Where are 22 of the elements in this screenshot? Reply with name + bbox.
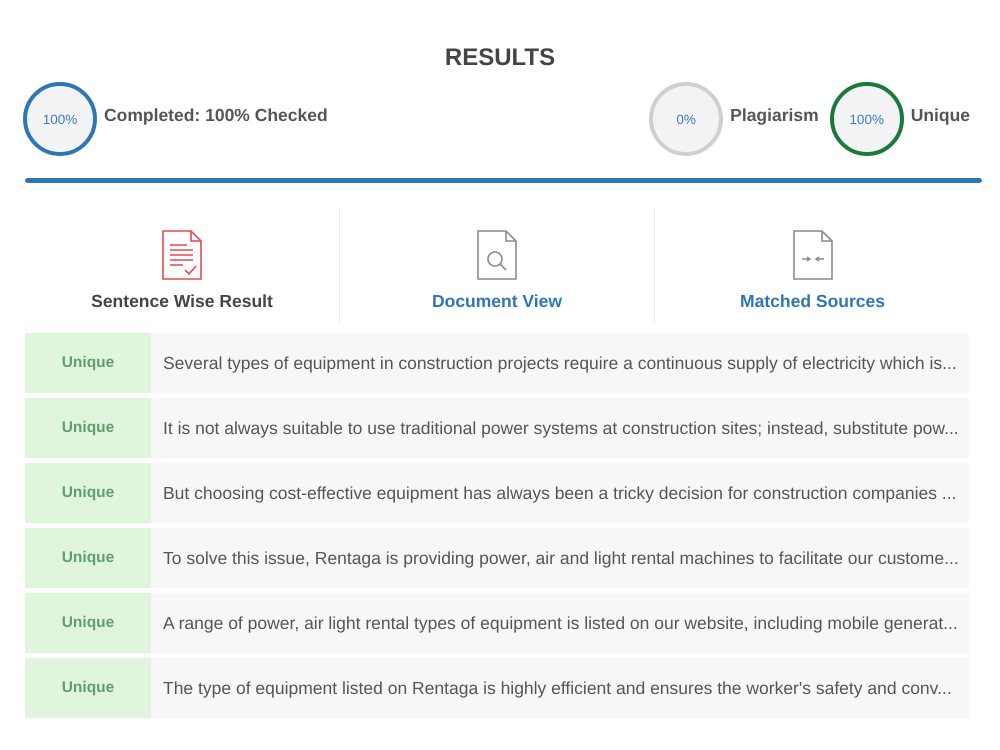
status-cell: Unique xyxy=(25,398,151,458)
stat-label: Completed: 100% Checked xyxy=(104,104,328,126)
status-cell: Unique xyxy=(25,528,151,588)
sentence-cell: It is not always suitable to use traditional power systems at construction sites; instead, substitute pow... xyxy=(151,398,969,458)
sentence-cell: But choosing cost-effective equipment has always been a tricky decision for construction companies ... xyxy=(151,463,969,523)
stat-label: Unique xyxy=(910,104,970,126)
sentence-cell: The type of equipment listed on Rentaga is highly efficient and ensures the worker's safety and conv... xyxy=(151,658,969,718)
results-title: RESULTS xyxy=(444,43,556,73)
status-cell: Unique xyxy=(25,658,151,718)
document-check-icon xyxy=(161,230,203,280)
status-cell: Unique xyxy=(25,463,151,523)
status-cell: Unique xyxy=(25,333,151,393)
sentence-cell: A range of power, air light rental types of equipment is listed on our website, including mobile generat... xyxy=(151,593,969,653)
percent-value: 100% xyxy=(42,113,78,127)
status-cell: Unique xyxy=(25,593,151,653)
document-arrows-icon xyxy=(792,230,834,280)
percent-value: 100% xyxy=(849,113,884,127)
percent-value: 0% xyxy=(676,113,696,127)
sentence-cell: Several types of equipment in construction projects require a continuous supply of electricity which is... xyxy=(151,333,969,393)
sentence-cell: To solve this issue, Rentaga is providing power, air and light rental machines to facilitate our custome... xyxy=(151,528,969,588)
document-search-icon xyxy=(476,230,518,280)
stat-label: Plagiarism xyxy=(730,104,819,126)
